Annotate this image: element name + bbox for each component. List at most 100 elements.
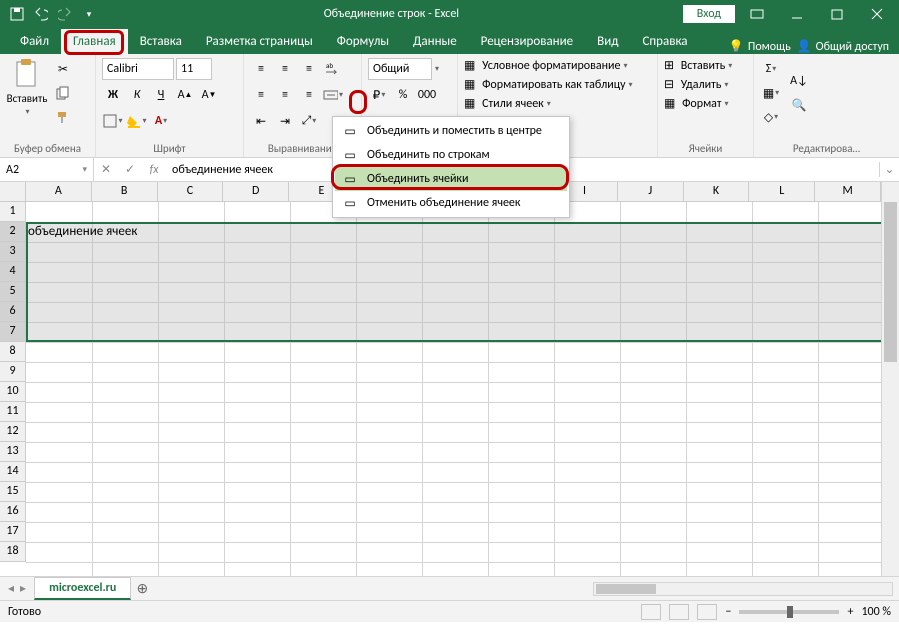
cell-area[interactable]: объединение ячеек [26,202,881,576]
row-header[interactable]: 9 [0,362,26,382]
vertical-scrollbar[interactable] [881,182,899,576]
add-sheet-button[interactable]: ⊕ [131,580,153,597]
row-header[interactable]: 8 [0,342,26,362]
bold-button[interactable]: Ж [102,84,124,106]
row-header[interactable]: 12 [0,422,26,442]
row-header[interactable]: 10 [0,382,26,402]
format-painter-icon[interactable] [52,106,74,128]
fill-icon[interactable]: ▦▾ [760,82,782,104]
tab-home[interactable]: Главная [61,29,128,54]
tab-help[interactable]: Справка [630,29,699,54]
increase-indent-icon[interactable]: ⇥ [274,110,296,132]
expand-formula-bar-icon[interactable]: ⌄ [879,162,899,177]
tab-insert[interactable]: Вставка [128,29,194,54]
zoom-in-button[interactable]: + [847,605,853,619]
select-all-corner[interactable] [0,182,26,202]
row-header[interactable]: 7 [0,322,26,342]
conditional-format-button[interactable]: ▦ Условное форматирование▾ [464,58,651,73]
find-select-icon[interactable]: 🔍 [788,94,810,116]
save-icon[interactable] [6,3,28,25]
copy-icon[interactable] [52,82,74,104]
font-color-icon[interactable]: A▾ [150,110,172,132]
row-header[interactable]: 14 [0,462,26,482]
row-header[interactable]: 13 [0,442,26,462]
sheet-next-icon[interactable]: ▸ [20,581,26,596]
row-header[interactable]: 16 [0,502,26,522]
redo-icon[interactable] [54,3,76,25]
zoom-slider[interactable] [739,610,839,614]
increase-font-icon[interactable]: A▲ [174,84,196,106]
borders-icon[interactable]: ▾ [102,110,124,132]
percent-icon[interactable]: % [392,84,414,106]
share-button[interactable]: 👤Общий доступ [797,39,889,54]
format-as-table-button[interactable]: ▦ Форматировать как таблицу▾ [464,77,651,92]
undo-icon[interactable] [30,3,52,25]
enter-formula-icon[interactable]: ✓ [118,162,142,177]
sheet-prev-icon[interactable]: ◂ [8,581,14,596]
align-left-icon[interactable]: ≡ [250,84,272,106]
menu-merge-across[interactable]: ▭Объединить по строкам [335,143,567,167]
maximize-icon[interactable] [819,0,855,28]
horizontal-scrollbar[interactable] [593,582,893,596]
minimize-icon[interactable] [779,0,815,28]
view-normal-icon[interactable] [641,604,661,620]
view-page-break-icon[interactable] [697,604,717,620]
row-header[interactable]: 1 [0,202,26,222]
fill-color-icon[interactable]: ▾ [126,110,148,132]
delete-cells-button[interactable]: ⊟ Удалить▾ [664,77,747,92]
cell-styles-button[interactable]: ▦ Стили ячеек▾ [464,96,651,111]
menu-merge-center[interactable]: ▭Объединить и поместить в центре [335,119,567,143]
row-header[interactable]: 11 [0,402,26,422]
format-cells-button[interactable]: ▦ Формат▾ [664,96,747,111]
orientation-icon[interactable]: ⤢▾ [298,110,320,132]
view-page-layout-icon[interactable] [669,604,689,620]
sheet-tab-active[interactable]: microexcel.ru [34,577,131,600]
clear-icon[interactable]: ◇▾ [760,106,782,128]
tab-data[interactable]: Данные [401,29,469,54]
cancel-formula-icon[interactable]: ✕ [94,162,118,177]
align-bottom-icon[interactable]: ≡ [298,58,320,80]
name-box[interactable]: A2▾ [0,158,94,181]
row-header[interactable]: 18 [0,542,26,562]
number-format-select[interactable] [368,58,432,80]
underline-button[interactable]: Ч [150,84,172,106]
ribbon-display-icon[interactable] [739,0,775,28]
align-top-icon[interactable]: ≡ [250,58,272,80]
vscroll-thumb[interactable] [884,202,897,362]
align-middle-icon[interactable]: ≡ [274,58,296,80]
row-header[interactable]: 17 [0,522,26,542]
zoom-level[interactable]: 100 % [861,605,891,619]
tab-formulas[interactable]: Формулы [325,29,401,54]
paste-button[interactable]: Вставить ▾ [6,58,48,128]
wrap-text-icon[interactable]: ab [322,58,344,80]
cut-icon[interactable]: ✂ [52,58,74,80]
column-header[interactable]: J [618,182,684,202]
column-header[interactable]: M [815,182,881,202]
tab-review[interactable]: Рецензирование [469,29,585,54]
row-header[interactable]: 6 [0,302,26,322]
merge-center-button[interactable]: ▾ [322,84,344,106]
login-button[interactable]: Вход [683,5,735,23]
zoom-out-button[interactable]: − [725,605,731,619]
tab-view[interactable]: Вид [585,29,630,54]
italic-button[interactable]: К [126,84,148,106]
cell-A2[interactable]: объединение ячеек [28,224,137,239]
close-icon[interactable] [859,0,895,28]
column-header[interactable]: D [223,182,289,202]
decrease-indent-icon[interactable]: ⇤ [250,110,272,132]
row-header[interactable]: 15 [0,482,26,502]
row-header[interactable]: 2 [0,222,26,242]
tell-me-button[interactable]: 💡Помощь [729,39,791,54]
column-header[interactable]: B [92,182,158,202]
menu-merge-cells[interactable]: ▭Объединить ячейки [335,167,567,191]
column-header[interactable]: C [158,182,224,202]
row-header[interactable]: 3 [0,242,26,262]
column-header[interactable]: K [684,182,750,202]
fx-icon[interactable]: fx [142,163,166,177]
zoom-handle[interactable] [787,606,793,618]
font-size-input[interactable] [176,58,212,80]
hscroll-thumb[interactable] [596,584,656,594]
sort-filter-icon[interactable]: A↓ [788,70,810,92]
tab-page-layout[interactable]: Разметка страницы [194,29,325,54]
align-center-icon[interactable]: ≡ [274,84,296,106]
